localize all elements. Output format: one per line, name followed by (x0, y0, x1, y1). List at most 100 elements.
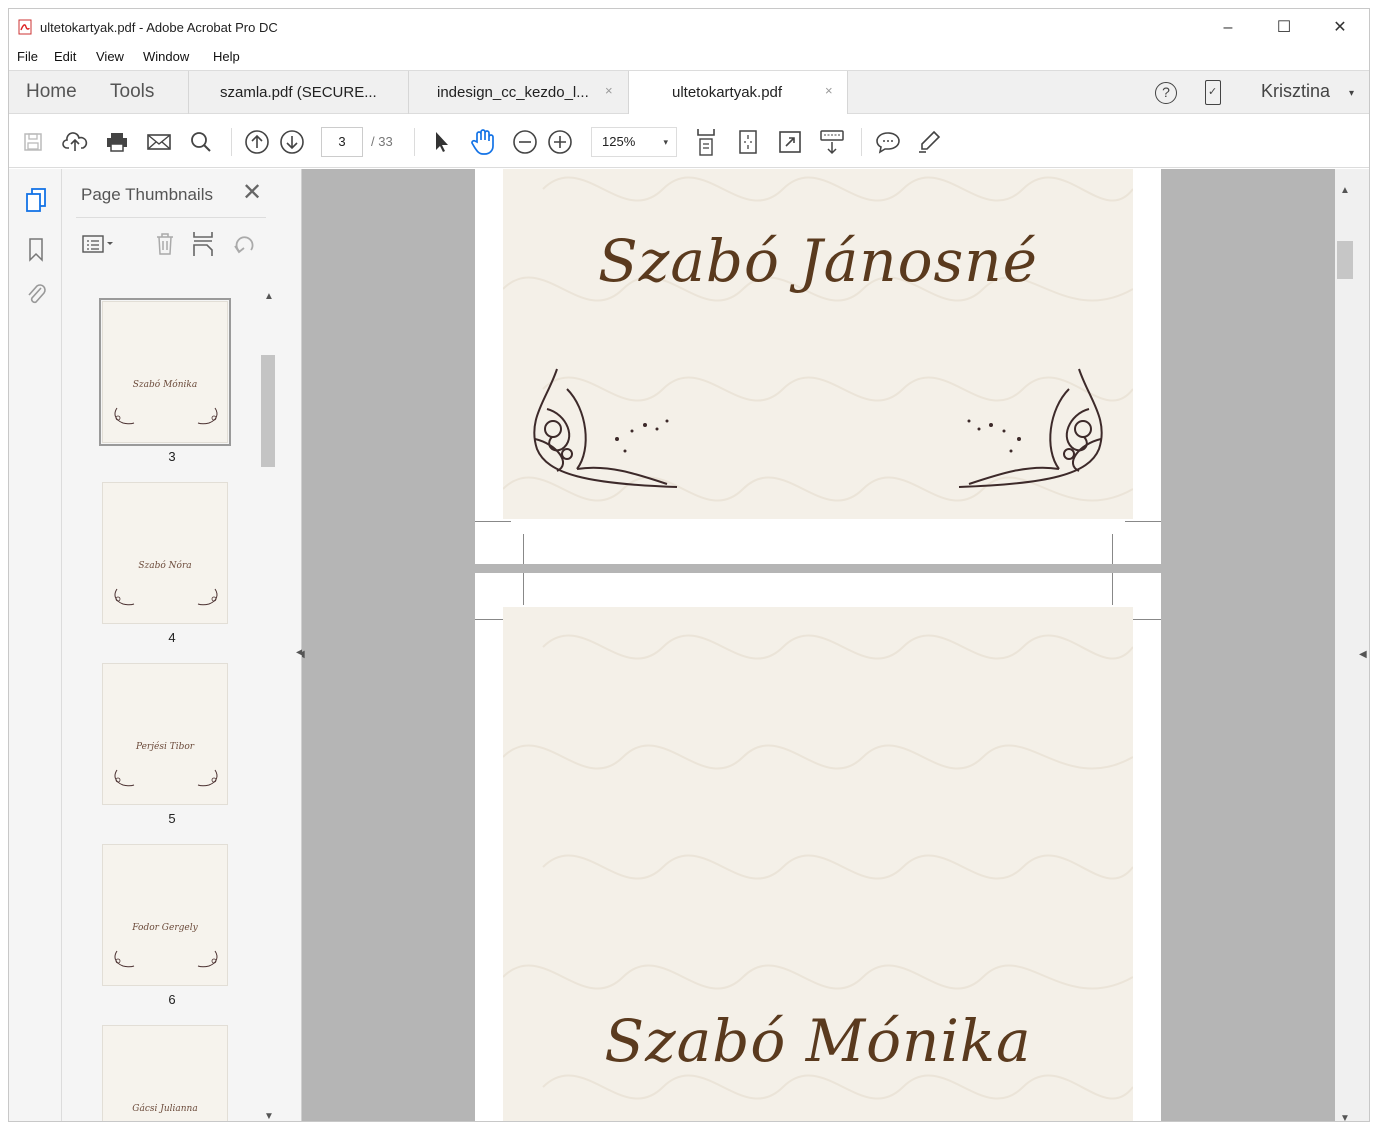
crop-mark (475, 521, 511, 522)
ornament-icon (197, 407, 218, 425)
highlight-pen-icon[interactable] (915, 128, 943, 156)
print-icon[interactable] (103, 128, 131, 156)
menu-window[interactable]: Window (143, 49, 189, 64)
maximize-button[interactable]: ☐ (1261, 15, 1307, 41)
scroll-down-icon[interactable]: ▼ (264, 1111, 274, 1121)
zoom-in-icon[interactable] (546, 128, 574, 156)
scrollbar-thumb[interactable] (1337, 241, 1353, 279)
ornament-icon (197, 769, 218, 787)
thumbnail-name: Szabó Nóra (138, 561, 192, 571)
place-card: Szabó Jánosné (503, 169, 1133, 519)
user-dropdown-icon[interactable]: ▾ (1349, 88, 1354, 99)
crop-mark (523, 534, 524, 564)
ornament-icon (114, 950, 135, 968)
bookmark-icon[interactable] (27, 237, 45, 263)
ornament-icon (197, 950, 218, 968)
mobile-link-icon[interactable] (1205, 80, 1221, 105)
page-thumbnails-icon[interactable] (24, 187, 48, 213)
menu-file[interactable]: File (17, 49, 38, 64)
next-page-icon[interactable] (278, 128, 306, 156)
hand-tool-icon[interactable] (469, 128, 497, 156)
close-window-button[interactable]: ✕ (1317, 15, 1363, 41)
thumbnails-scrollbar[interactable]: ▲ ▼ (259, 287, 277, 1121)
scroll-up-icon[interactable]: ▲ (264, 291, 274, 302)
tab-document-ultetokartyak[interactable]: ultetokartyak.pdf × (628, 71, 848, 115)
thumbnail-options-icon[interactable] (80, 231, 118, 257)
pdf-page: Szabó Mónika (475, 573, 1161, 1121)
page-thumbnail[interactable]: Perjési Tibor (102, 663, 228, 805)
acrobat-window: ultetokartyak.pdf - Adobe Acrobat Pro DC… (8, 8, 1370, 1122)
main-toolbar: 3 / 33 125% ▾ (9, 114, 1369, 168)
delete-page-icon[interactable] (152, 231, 178, 257)
title-bar: ultetokartyak.pdf - Adobe Acrobat Pro DC… (9, 9, 1369, 47)
chevron-down-icon: ▾ (663, 137, 668, 147)
document-scrollbar[interactable]: ▲ ◀ ▼ (1335, 169, 1369, 1121)
panel-divider (76, 217, 266, 218)
select-cursor-icon[interactable] (427, 128, 455, 156)
ornament-icon (114, 407, 135, 425)
help-icon[interactable]: ? (1155, 82, 1177, 104)
zoom-select[interactable]: 125% ▾ (591, 127, 677, 157)
user-menu[interactable]: Krisztina (1261, 81, 1330, 102)
menu-view[interactable]: View (96, 49, 124, 64)
keyboard-input-icon[interactable] (818, 128, 846, 156)
thumbnail-page-number: 4 (168, 630, 176, 645)
page-thumbnails-panel: Page Thumbnails ✕ ▲ ▼ Szabó Mónika 3 Sza (62, 169, 304, 1121)
page-thumbnail[interactable]: Fodor Gergely (102, 844, 228, 986)
rotate-page-icon[interactable] (232, 231, 258, 257)
search-icon[interactable] (187, 128, 215, 156)
scrollbar-thumb[interactable] (261, 355, 275, 467)
attachment-icon[interactable] (24, 281, 48, 307)
menu-help[interactable]: Help (213, 49, 240, 64)
page-thumbnail[interactable]: Gácsi Julianna (102, 1025, 228, 1121)
email-icon[interactable] (145, 128, 173, 156)
full-screen-icon[interactable] (776, 128, 804, 156)
ornament-icon (197, 588, 218, 606)
thumbnail-page-number: 3 (168, 449, 176, 464)
thumbnail-name: Perjési Tibor (135, 742, 195, 752)
crop-mark (1112, 573, 1113, 605)
panel-title: Page Thumbnails (81, 185, 213, 204)
minimize-button[interactable]: – (1205, 15, 1251, 41)
fit-page-scroll-icon[interactable] (692, 128, 720, 156)
fit-page-icon[interactable] (734, 128, 762, 156)
thumbnail-name: Gácsi Julianna (132, 1104, 198, 1114)
place-card: Szabó Mónika (503, 607, 1133, 1121)
crop-mark (1112, 534, 1113, 564)
insert-page-icon[interactable] (190, 231, 216, 257)
collapse-left-icon[interactable]: ◀ (302, 649, 305, 660)
thumbnail-page-number: 6 (168, 992, 176, 1007)
tab-document-label: szamla.pdf (SECURE... (220, 84, 377, 101)
tab-close-icon[interactable]: × (825, 83, 833, 98)
page-number-input[interactable]: 3 (321, 127, 363, 157)
pdf-page: Szabó Jánosné (475, 169, 1161, 564)
tab-document-indesign[interactable]: indesign_cc_kezdo_l... × (408, 71, 628, 114)
close-icon[interactable]: ✕ (242, 181, 262, 205)
tab-tools[interactable]: Tools (110, 81, 154, 103)
window-title: ultetokartyak.pdf - Adobe Acrobat Pro DC (40, 20, 278, 35)
document-canvas[interactable]: Szabó Jánosné Szabó Mónika (302, 169, 1335, 1121)
tab-bar: Home Tools szamla.pdf (SECURE... indesig… (9, 70, 1369, 115)
menu-edit[interactable]: Edit (54, 49, 76, 64)
crop-mark (1125, 521, 1161, 522)
tab-document-szamla[interactable]: szamla.pdf (SECURE... (188, 71, 408, 114)
scroll-down-icon[interactable]: ▼ (1340, 1113, 1350, 1121)
thumbnail-name: Fodor Gergely (132, 923, 198, 933)
zoom-out-icon[interactable] (511, 128, 539, 156)
toolbar-separator (861, 128, 862, 156)
floral-ornament-left-icon (533, 368, 678, 488)
previous-page-icon[interactable] (243, 128, 271, 156)
cloud-upload-icon[interactable] (61, 128, 89, 156)
page-thumbnail[interactable]: Szabó Mónika (99, 298, 231, 446)
tab-close-icon[interactable]: × (605, 83, 613, 98)
right-pane-toggle-icon[interactable]: ◀ (1359, 649, 1367, 660)
acrobat-pdf-icon (18, 19, 32, 35)
tab-home[interactable]: Home (26, 81, 77, 103)
save-icon[interactable] (19, 128, 47, 156)
tab-document-label: ultetokartyak.pdf (672, 84, 783, 101)
page-thumbnail[interactable]: Szabó Nóra (102, 482, 228, 624)
toolbar-separator (414, 128, 415, 156)
ornament-icon (114, 769, 135, 787)
comment-icon[interactable] (874, 128, 902, 156)
scroll-up-icon[interactable]: ▲ (1340, 185, 1350, 196)
